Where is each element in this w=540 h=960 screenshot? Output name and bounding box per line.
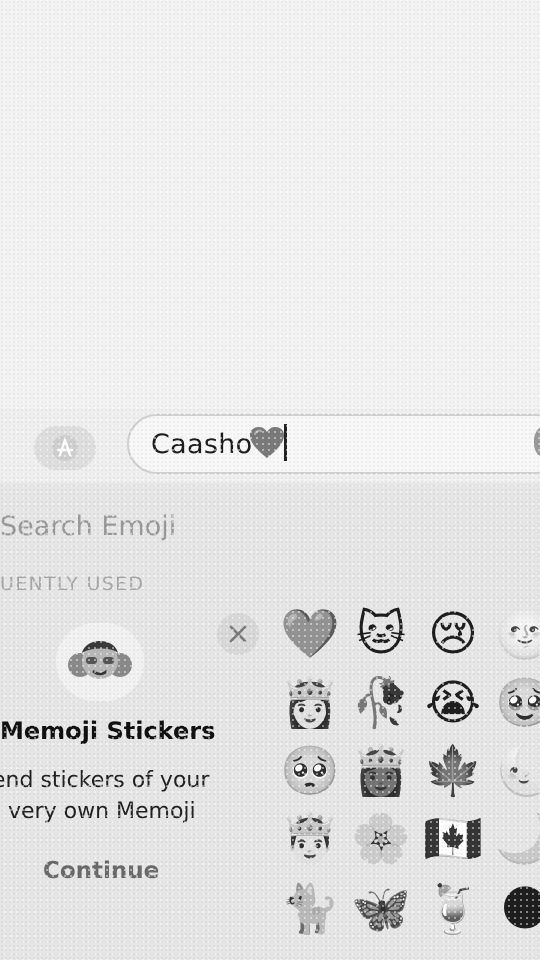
memoji-title: Memoji Stickers <box>0 717 216 745</box>
cat-face-emoji-glyph: 🐱 <box>355 606 407 662</box>
grey-heart-inline-icon <box>249 426 285 460</box>
princess-emoji-glyph: 👸🏻 <box>280 675 340 731</box>
message-input[interactable]: Caasho <box>127 414 540 474</box>
princess-medium-skin-emoji-glyph: 👸🏾 <box>351 743 411 799</box>
new-moon-emoji[interactable]: 🌑 <box>497 881 540 937</box>
canada-flag-emoji[interactable]: 🇨🇦 <box>423 811 483 867</box>
section-label: UENTLY USED <box>0 573 145 595</box>
princess-emoji[interactable]: 👸🏻 <box>280 675 340 731</box>
app-store-button[interactable] <box>34 426 96 470</box>
prince-emoji[interactable]: 🤴🏻 <box>280 811 340 867</box>
maple-leaf-emoji-glyph: 🍁 <box>423 743 483 799</box>
pleading-face-emoji-glyph: 🥺 <box>280 743 340 799</box>
crescent-moon-emoji[interactable]: 🌙 <box>495 811 540 867</box>
crying-face-emoji-glyph: 😢 <box>427 606 479 662</box>
cherry-blossom-emoji[interactable]: 🌸 <box>351 811 411 867</box>
memoji-desc-line-1: end stickers of your <box>0 768 210 793</box>
last-quarter-moon-face-emoji[interactable]: 🌜 <box>495 743 540 799</box>
dismiss-memoji-button[interactable] <box>217 613 259 655</box>
cat-emoji-glyph: 🐈 <box>280 881 340 937</box>
message-input-text: Caasho <box>151 429 253 460</box>
last-quarter-moon-face-emoji-glyph: 🌜 <box>495 743 540 799</box>
memoji-promo: Memoji Stickers end stickers of your ver… <box>0 613 260 960</box>
princess-medium-skin-emoji[interactable]: 👸🏾 <box>351 743 411 799</box>
cherry-blossom-emoji-glyph: 🌸 <box>351 811 411 867</box>
loudly-crying-face-emoji-glyph: 😭 <box>424 675 482 731</box>
tropical-drink-emoji-glyph: 🍹 <box>423 881 483 937</box>
wilted-rose-emoji[interactable]: 🥀 <box>351 675 411 731</box>
face-holding-back-tears-emoji-glyph: 🥹 <box>495 675 540 731</box>
pleading-face-emoji[interactable]: 🥺 <box>280 743 340 799</box>
cat-emoji[interactable]: 🐈 <box>280 881 340 937</box>
emoji-search-field[interactable]: Search Emoji <box>0 511 176 542</box>
wilted-rose-emoji-glyph: 🥀 <box>351 675 411 731</box>
butterfly-emoji-glyph: 🦋 <box>351 881 411 937</box>
crescent-moon-emoji-glyph: 🌙 <box>495 811 540 867</box>
canada-flag-emoji-glyph: 🇨🇦 <box>423 811 483 867</box>
cat-face-emoji[interactable]: 🐱 <box>353 606 409 662</box>
new-moon-emoji-glyph: 🌑 <box>499 881 540 937</box>
emoji-keyboard: Search Emoji UENTLY USED Memoji Stickers… <box>0 483 540 960</box>
text-caret <box>284 424 287 461</box>
grey-heart-emoji-glyph: 🩶 <box>280 606 340 662</box>
maple-leaf-emoji[interactable]: 🍁 <box>423 743 483 799</box>
close-icon <box>229 625 247 643</box>
butterfly-emoji[interactable]: 🦋 <box>351 881 411 937</box>
memoji-description: end stickers of your very own Memoji <box>0 765 220 827</box>
loudly-crying-face-emoji[interactable]: 😭 <box>425 675 481 731</box>
app-store-icon <box>52 435 78 461</box>
moon-face-emoji-glyph: 🌝 <box>495 606 540 662</box>
message-area <box>0 0 540 408</box>
memoji-desc-line-2: very own Memoji <box>8 799 196 824</box>
grey-heart-emoji[interactable]: 🩶 <box>280 606 340 662</box>
prince-emoji-glyph: 🤴🏻 <box>280 811 340 867</box>
tropical-drink-emoji[interactable]: 🍹 <box>423 881 483 937</box>
continue-button[interactable]: Continue <box>43 858 159 884</box>
crying-face-emoji[interactable]: 😢 <box>425 606 481 662</box>
moon-face-emoji[interactable]: 🌝 <box>495 606 540 662</box>
face-holding-back-tears-emoji[interactable]: 🥹 <box>495 675 540 731</box>
memoji-avatar-icon <box>56 623 144 701</box>
